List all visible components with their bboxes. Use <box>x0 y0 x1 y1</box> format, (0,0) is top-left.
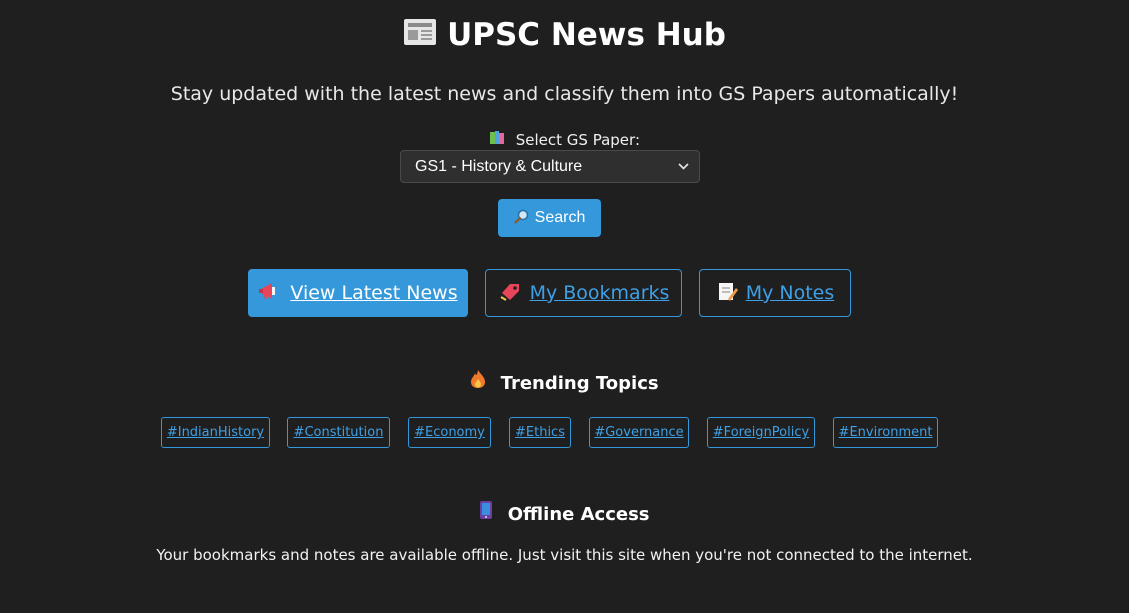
page-title: UPSC News Hub <box>447 17 726 53</box>
tag-economy[interactable]: #Economy <box>408 417 491 448</box>
offline-description: Your bookmarks and notes are available o… <box>156 546 973 564</box>
tag-foreign-policy[interactable]: #ForeignPolicy <box>707 417 815 448</box>
view-latest-news-button[interactable]: View Latest News <box>248 269 468 317</box>
newspaper-icon <box>403 16 437 58</box>
fire-icon <box>470 370 492 394</box>
offline-heading-row: Offline Access <box>0 500 1129 528</box>
view-latest-news-label: View Latest News <box>290 282 458 304</box>
gs-paper-select[interactable]: GS1 - History & Culture <box>400 150 700 183</box>
trending-heading-row: Trending Topics <box>0 369 1129 397</box>
my-notes-label: My Notes <box>745 282 835 304</box>
memo-icon <box>716 280 738 307</box>
chevron-down-icon <box>678 161 689 173</box>
my-notes-button[interactable]: My Notes <box>699 269 851 317</box>
search-button[interactable]: Search <box>498 199 601 237</box>
mobile-phone-icon <box>479 501 499 525</box>
gs-paper-selected-value: GS1 - History & Culture <box>415 157 583 175</box>
megaphone-icon <box>258 281 282 306</box>
gs-paper-label-row: Select GS Paper: <box>0 130 1129 150</box>
page-title-row: UPSC News Hub <box>0 14 1129 58</box>
page-subtitle: Stay updated with the latest news and cl… <box>170 83 959 105</box>
search-button-label: Search <box>534 209 586 226</box>
bookmark-icon <box>498 281 522 306</box>
trending-heading: Trending Topics <box>500 373 659 394</box>
my-bookmarks-button[interactable]: My Bookmarks <box>485 269 682 317</box>
my-bookmarks-label: My Bookmarks <box>529 282 670 304</box>
tag-governance[interactable]: #Governance <box>589 417 689 448</box>
tag-indian-history[interactable]: #IndianHistory <box>161 417 270 448</box>
books-icon <box>489 131 510 149</box>
magnifier-icon <box>514 209 529 227</box>
tag-ethics[interactable]: #Ethics <box>509 417 571 448</box>
tag-constitution[interactable]: #Constitution <box>287 417 390 448</box>
gs-paper-label: Select GS Paper: <box>515 131 640 149</box>
offline-heading: Offline Access <box>507 504 650 525</box>
tag-environment[interactable]: #Environment <box>833 417 938 448</box>
